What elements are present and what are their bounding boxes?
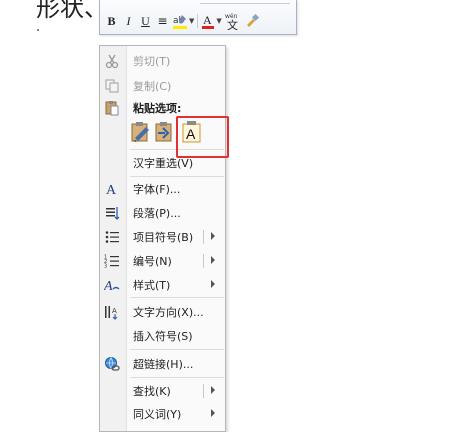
highlight-dropdown-icon[interactable]: ▼ — [189, 17, 194, 25]
split-divider — [203, 254, 204, 268]
text-cursor-mark — [37, 29, 39, 31]
svg-text:A: A — [106, 183, 117, 197]
submenu-arrow-icon[interactable] — [211, 386, 215, 394]
format-painter-button[interactable] — [243, 12, 261, 30]
menu-item-lookup[interactable]: 查找(K) — [100, 379, 225, 403]
menu-item-insert-symbol-label: 插入符号(S) — [133, 330, 193, 343]
center-align-button[interactable]: ≡ — [154, 12, 171, 30]
menu-item-font[interactable]: A 字体(F)... — [100, 177, 225, 201]
text-direction-icon: A — [104, 304, 120, 320]
menu-item-text-direction-label: 文字方向(X)... — [133, 306, 204, 319]
font-color-button[interactable]: A ▼ — [200, 12, 222, 30]
menu-item-copy-label: 复制(C) — [133, 80, 172, 93]
font-color-icon: A — [202, 13, 215, 29]
menu-item-text-direction[interactable]: A 文字方向(X)... — [100, 300, 225, 324]
menu-item-numbering[interactable]: 1 2 3 编号(N) — [100, 249, 225, 273]
menu-item-copy[interactable]: 复制(C) — [100, 74, 225, 98]
submenu-arrow-icon[interactable] — [211, 409, 215, 417]
phonetic-char: 文 — [227, 18, 238, 30]
mini-toolbar-top-divider — [200, 0, 290, 4]
copy-icon — [104, 78, 120, 94]
document-text: 形状、 — [36, 0, 108, 22]
font-icon: A — [104, 181, 120, 197]
toolbar-separator — [197, 14, 199, 28]
highlight-color-button[interactable]: ab ▼ — [171, 12, 195, 30]
split-divider — [203, 230, 204, 244]
italic-button[interactable]: I — [120, 12, 137, 30]
menu-separator — [130, 349, 224, 350]
menu-item-paragraph[interactable]: 段落(P)... — [100, 201, 225, 225]
submenu-arrow-icon[interactable] — [211, 232, 215, 240]
format-painter-icon — [246, 13, 259, 27]
svg-text:3: 3 — [104, 264, 107, 270]
menu-item-cut-label: 剪切(T) — [133, 55, 171, 68]
submenu-arrow-icon[interactable] — [211, 280, 215, 288]
menu-item-font-label: 字体(F)... — [133, 183, 181, 196]
menu-item-cut[interactable]: 剪切(T) — [100, 49, 225, 73]
menu-item-styles[interactable]: A 样式(T) — [100, 273, 225, 297]
font-color-glyph: A — [203, 13, 212, 27]
paste-options-label: 粘贴选项: — [133, 102, 182, 115]
menu-item-styles-label: 样式(T) — [133, 279, 171, 292]
context-menu: 剪切(T) 复制(C) 粘贴选项: A 汉字重选(V) A 字体(F)... 段… — [99, 45, 226, 432]
paste-merge-format-button[interactable] — [154, 120, 174, 144]
menu-separator — [130, 297, 224, 298]
highlighter-icon: ab — [173, 15, 187, 29]
font-color-dropdown-icon[interactable]: ▼ — [216, 17, 221, 25]
styles-icon: A — [104, 277, 120, 293]
underline-button[interactable]: U — [137, 12, 154, 30]
menu-item-bullets[interactable]: 项目符号(B) — [100, 225, 225, 249]
menu-item-paragraph-label: 段落(P)... — [133, 207, 181, 220]
paragraph-icon — [104, 205, 120, 221]
menu-item-lookup-label: 查找(K) — [133, 385, 171, 398]
bold-button[interactable]: B — [103, 12, 120, 30]
menu-item-bullets-label: 项目符号(B) — [133, 231, 194, 244]
menu-item-synonyms-label: 同义词(Y) — [133, 408, 182, 421]
phonetic-guide-button[interactable]: wén 文 — [223, 12, 243, 30]
scissors-icon — [104, 53, 120, 69]
paste-text-only-highlight — [176, 116, 229, 158]
svg-text:A: A — [104, 279, 113, 293]
phonetic-guide-icon: wén 文 — [225, 13, 238, 30]
bullets-icon — [104, 229, 120, 245]
paste-keep-format-icon — [131, 122, 149, 142]
menu-item-numbering-label: 编号(N) — [133, 255, 172, 268]
menu-separator — [130, 377, 224, 378]
hyperlink-icon — [104, 356, 120, 372]
menu-item-synonyms[interactable]: 同义词(Y) — [100, 402, 225, 426]
paste-merge-format-icon — [155, 122, 172, 142]
menu-item-hyperlink[interactable]: 超链接(H)... — [100, 352, 225, 376]
svg-text:A: A — [112, 307, 117, 315]
menu-item-insert-symbol[interactable]: 插入符号(S) — [100, 324, 225, 348]
submenu-arrow-icon[interactable] — [211, 256, 215, 264]
paste-keep-format-button[interactable] — [130, 120, 150, 144]
split-divider — [203, 384, 204, 398]
paste-icon — [104, 100, 120, 116]
mini-toolbar: B I U ≡ ab ▼ A ▼ wén 文 — [99, 0, 297, 35]
numbering-icon: 1 2 3 — [104, 253, 120, 269]
menu-item-hyperlink-label: 超链接(H)... — [133, 358, 194, 371]
